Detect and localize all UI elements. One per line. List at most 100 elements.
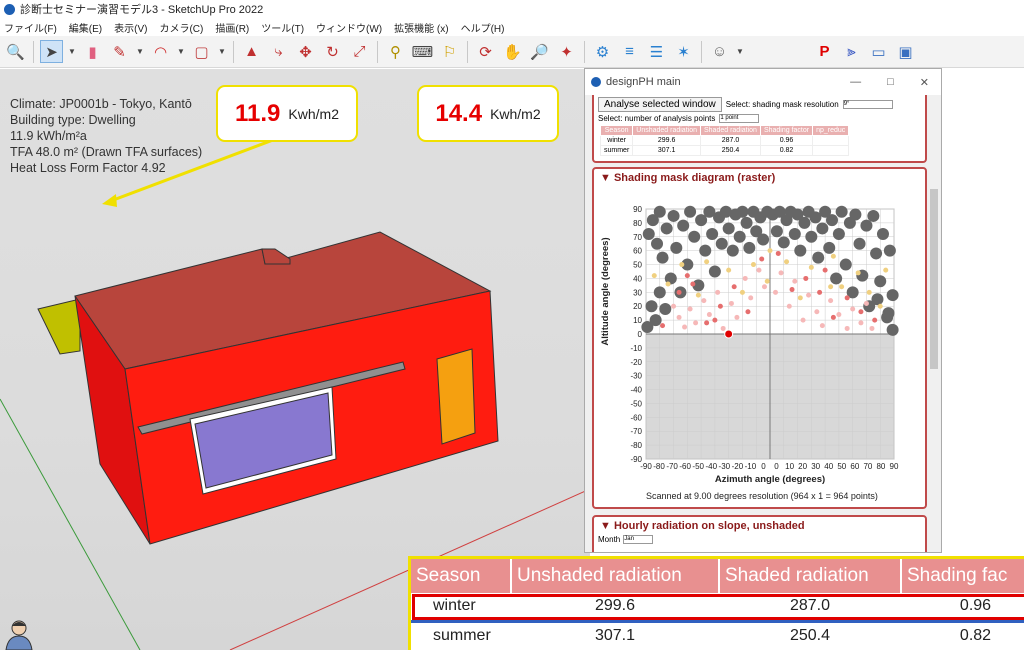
scale-icon[interactable]: ⤢	[348, 40, 371, 63]
data-point	[742, 275, 748, 281]
data-point	[858, 309, 864, 315]
cell: 250.4	[700, 145, 761, 156]
table-row: winter 299.6 287.0 0.96	[599, 135, 850, 146]
chevron-down-icon[interactable]: ▼	[135, 40, 145, 63]
data-point	[745, 309, 751, 315]
month-select[interactable]: Jan	[623, 535, 654, 544]
data-point	[872, 317, 878, 323]
text-icon[interactable]: ⌨	[411, 40, 434, 63]
data-point	[748, 295, 754, 301]
menu-extensions[interactable]: 拡張機能 (x)	[394, 20, 448, 35]
data-point	[883, 267, 889, 273]
data-point	[817, 289, 823, 295]
data-point	[739, 289, 745, 295]
follow-me-icon[interactable]: ⤷	[267, 40, 290, 63]
menu-tools[interactable]: ツール(T)	[261, 20, 304, 35]
data-point	[734, 314, 740, 320]
data-point	[756, 267, 762, 273]
data-point	[704, 259, 710, 265]
data-point	[794, 244, 807, 257]
panel-scrollbar[interactable]	[929, 95, 939, 552]
close-icon[interactable]: ✕	[920, 76, 929, 89]
layers-icon[interactable]: ≡	[618, 40, 641, 63]
maximize-icon[interactable]: □	[887, 76, 894, 89]
energy-callout-2: 14.4 Kwh/m2	[417, 85, 559, 142]
data-point	[853, 237, 866, 250]
toolbar-separator	[33, 40, 34, 63]
styles-icon[interactable]: ☰	[645, 40, 668, 63]
zoom-extents-icon[interactable]: ✦	[555, 40, 578, 63]
account-icon[interactable]: ☺	[708, 40, 731, 63]
x-tick-label: -20	[732, 462, 744, 471]
shading-mask-chart: 9080706050403020100-10-20-30-40-50-60-70…	[600, 205, 899, 485]
menu-help[interactable]: ヘルプ(H)	[461, 20, 505, 35]
data-point	[736, 205, 749, 218]
scenes-icon[interactable]: ✶	[672, 40, 695, 63]
arc-icon[interactable]: ◠	[149, 40, 172, 63]
orbit-icon[interactable]: ⟳	[474, 40, 497, 63]
cell	[812, 135, 850, 146]
x-tick-label: 70	[863, 462, 872, 471]
select-arrow-icon[interactable]: ➤	[40, 40, 63, 63]
view-icon[interactable]: ▣	[894, 40, 917, 63]
menu-camera[interactable]: カメラ(C)	[159, 20, 203, 35]
menu-draw[interactable]: 描画(R)	[215, 20, 249, 35]
chevron-down-icon[interactable]: ▼	[735, 40, 745, 63]
cell: 307.1	[594, 626, 636, 644]
data-point	[767, 248, 773, 254]
y-axis-label: Altitude angle (degrees)	[600, 237, 611, 345]
shading-resolution-select[interactable]: 9°	[842, 100, 893, 109]
cell: winter	[599, 135, 634, 146]
section-icon[interactable]: ▭	[867, 40, 890, 63]
search-icon[interactable]: 🔍	[4, 40, 27, 63]
rectangle-icon[interactable]: ▢	[190, 40, 213, 63]
pencil-icon[interactable]: ✎	[108, 40, 131, 63]
data-point	[660, 222, 673, 235]
cell: 287.0	[789, 597, 831, 615]
data-point	[651, 237, 664, 250]
paint-bucket-icon[interactable]: ⚐	[438, 40, 461, 63]
data-point	[684, 273, 690, 279]
eraser-icon[interactable]: ▮	[81, 40, 104, 63]
chevron-down-icon[interactable]: ▼	[176, 40, 186, 63]
pan-icon[interactable]: ✋	[501, 40, 524, 63]
rotate-icon[interactable]: ↻	[321, 40, 344, 63]
zoom-icon[interactable]: 🔎	[528, 40, 551, 63]
data-point	[715, 289, 721, 295]
menu-file[interactable]: ファイル(F)	[4, 20, 57, 35]
data-point	[839, 284, 845, 290]
tape-measure-icon[interactable]: ⚲	[384, 40, 407, 63]
zoomed-radiation-table: Season Unshaded radiation Shaded radiati…	[408, 556, 1024, 650]
chevron-down-icon[interactable]: ▼	[67, 40, 77, 63]
minimize-icon[interactable]: —	[850, 76, 861, 89]
data-point	[830, 272, 843, 285]
axes-icon[interactable]: ⫸	[840, 40, 863, 63]
data-point	[656, 251, 669, 264]
chevron-down-icon[interactable]: ▼	[217, 40, 227, 63]
table-header-row: Season Unshaded radiation Shaded radiati…	[411, 559, 1024, 593]
component-icon[interactable]: ⚙	[591, 40, 614, 63]
data-point	[786, 303, 792, 309]
analysis-points-select[interactable]: 1 point	[719, 114, 760, 123]
data-point	[835, 205, 848, 218]
menu-view[interactable]: 表示(V)	[114, 20, 147, 35]
analyse-window-button[interactable]: Analyse selected window	[598, 97, 722, 112]
data-point	[653, 286, 666, 299]
move-icon[interactable]: ✥	[294, 40, 317, 63]
col-shaded: Shaded radiation	[719, 559, 902, 593]
data-point	[757, 233, 770, 246]
data-point	[823, 241, 836, 254]
window-title: 診断士セミナー演習モデル3 - SketchUp Pro 2022	[20, 4, 264, 16]
designph-icon[interactable]: P	[813, 40, 836, 63]
menu-edit[interactable]: 編集(E)	[69, 20, 102, 35]
scrollbar-thumb[interactable]	[930, 189, 938, 369]
push-pull-icon[interactable]: ▲	[240, 40, 263, 63]
presenter-avatar	[5, 620, 33, 650]
menu-window[interactable]: ウィンドウ(W)	[316, 20, 382, 35]
y-tick-label: -40	[630, 386, 642, 395]
shading-mask-header[interactable]: ▼ Shading mask diagram (raster)	[594, 169, 925, 187]
data-point	[660, 323, 666, 329]
hourly-radiation-header[interactable]: ▼ Hourly radiation on slope, unshaded	[594, 517, 925, 535]
data-point	[828, 298, 834, 304]
section-title: Shading mask diagram (raster)	[613, 172, 776, 184]
